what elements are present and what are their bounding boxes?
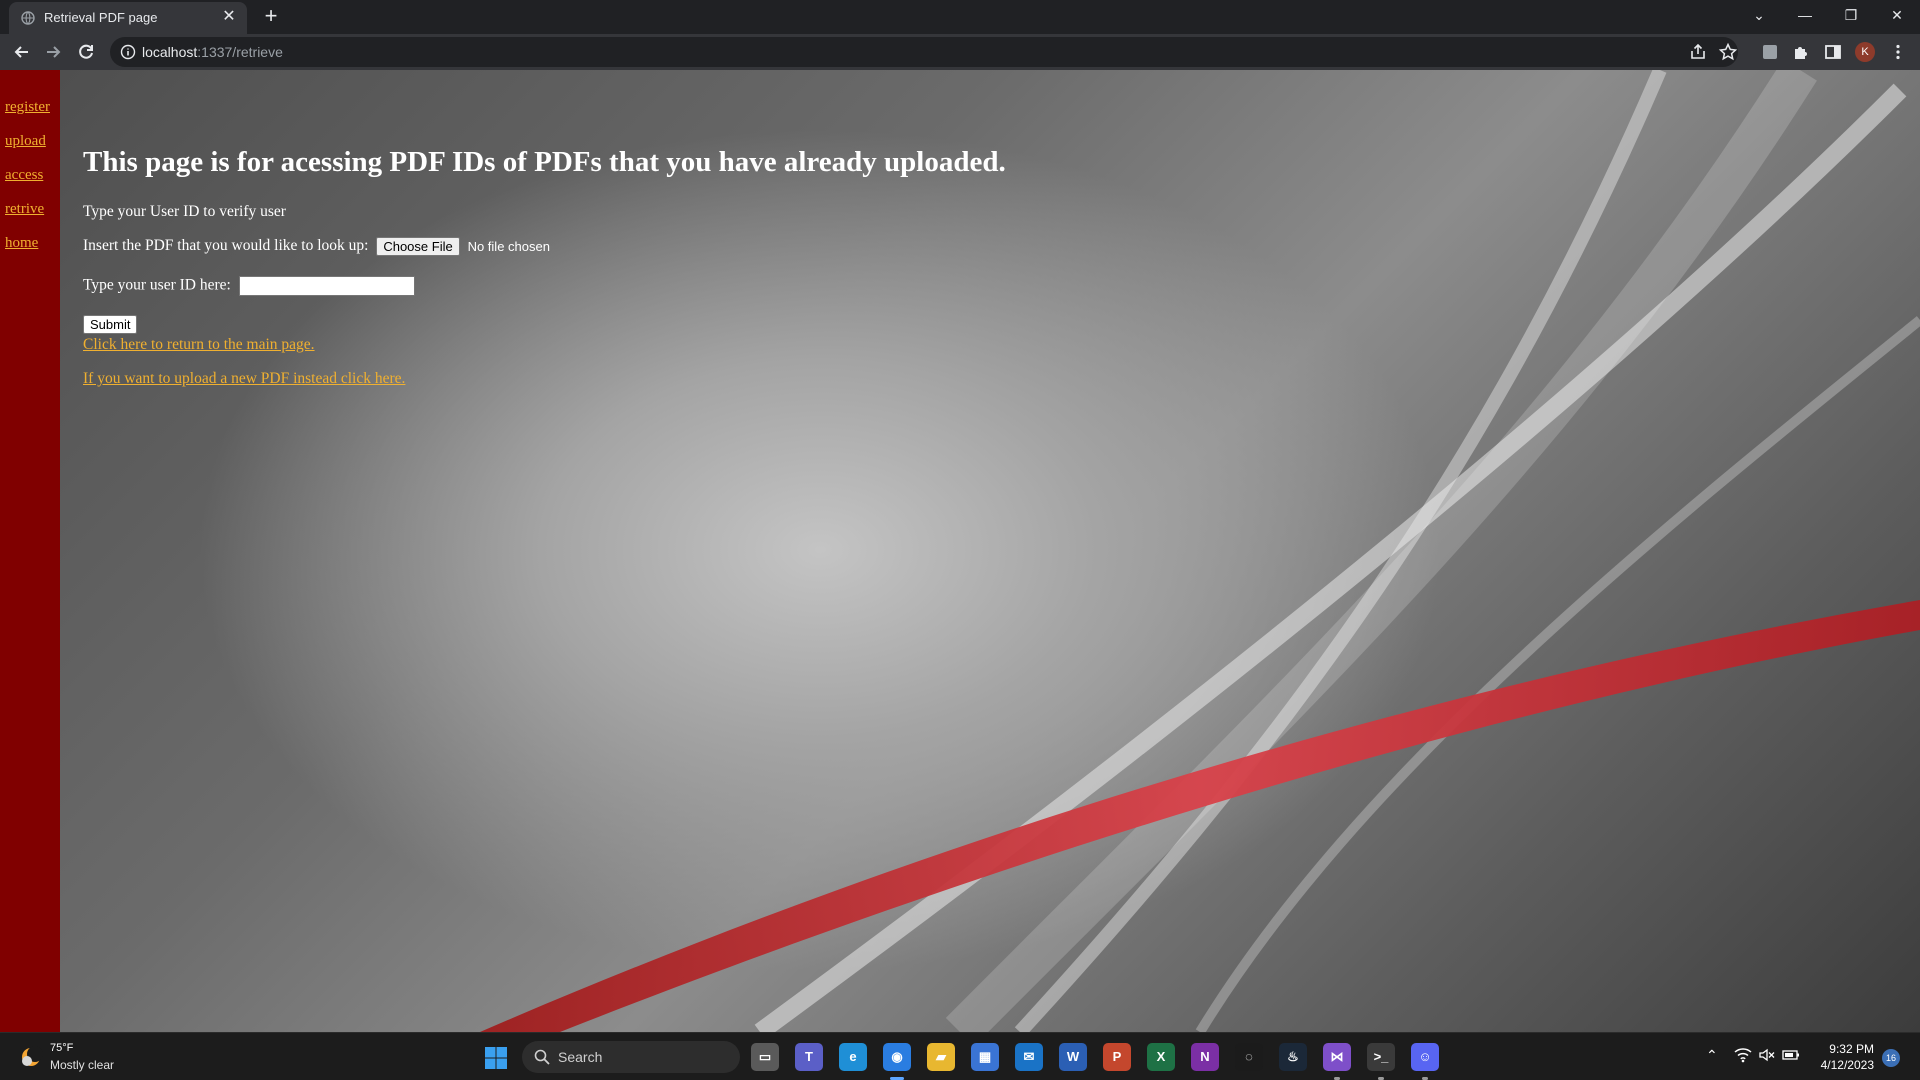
system-clock[interactable]: 9:32 PM 4/12/2023 — [1821, 1041, 1874, 1073]
side-panel-icon[interactable] — [1823, 42, 1843, 62]
extension-square-icon[interactable] — [1760, 42, 1780, 62]
sidebar-link-access[interactable]: access — [5, 167, 43, 184]
url-text: localhost:1337/retrieve — [142, 44, 283, 60]
terminal-icon[interactable]: >_ — [1367, 1043, 1395, 1071]
site-info-icon[interactable] — [120, 44, 136, 60]
battery-icon[interactable] — [1782, 1047, 1800, 1063]
powerpoint-icon[interactable]: P — [1103, 1043, 1131, 1071]
user-id-label: Type your user ID here: — [83, 276, 231, 294]
moon-weather-icon[interactable] — [18, 1044, 44, 1070]
pdf-upload-row: Insert the PDF that you would like to lo… — [83, 237, 550, 256]
tab-search-button[interactable]: ⌄ — [1736, 0, 1782, 30]
onenote-icon[interactable]: N — [1191, 1043, 1219, 1071]
profile-avatar[interactable]: K — [1855, 42, 1875, 62]
new-tab-button[interactable]: + — [258, 4, 284, 30]
sidebar-nav: register upload access retrive home — [0, 70, 60, 1032]
choose-file-button[interactable]: Choose File — [376, 237, 460, 256]
clock-time: 9:32 PM — [1829, 1042, 1874, 1056]
sidebar-link-home[interactable]: home — [5, 235, 38, 252]
browser-toolbar: localhost:1337/retrieve K — [0, 34, 1920, 70]
wifi-icon[interactable] — [1734, 1047, 1752, 1063]
weather-temperature: 75°F — [50, 1042, 74, 1054]
address-bar[interactable]: localhost:1337/retrieve — [110, 37, 1738, 67]
bookmark-star-icon[interactable] — [1718, 42, 1738, 62]
minimize-button[interactable]: — — [1782, 0, 1828, 30]
restore-button[interactable]: ❐ — [1828, 0, 1874, 30]
browser-tab[interactable]: Retrieval PDF page ✕ — [9, 2, 247, 34]
pdf-label: Insert the PDF that you would like to lo… — [83, 237, 369, 255]
user-id-row: Type your user ID here: — [83, 276, 415, 296]
globe-icon — [21, 11, 35, 25]
submit-button[interactable]: Submit — [83, 315, 138, 334]
clock-date: 4/12/2023 — [1820, 1058, 1874, 1072]
search-label: Search — [558, 1049, 603, 1065]
extensions-puzzle-icon[interactable] — [1791, 42, 1811, 62]
search-icon — [534, 1049, 550, 1065]
word-icon[interactable]: W — [1059, 1043, 1087, 1071]
menu-kebab-icon[interactable] — [1888, 42, 1908, 62]
chrome-icon[interactable]: ◉ — [883, 1043, 911, 1071]
forward-arrow-icon[interactable] — [42, 41, 64, 63]
teams-icon[interactable]: T — [795, 1043, 823, 1071]
sidebar-link-retrive[interactable]: retrive — [5, 201, 44, 218]
excel-icon[interactable]: X — [1147, 1043, 1175, 1071]
discord-icon[interactable]: ☺ — [1411, 1043, 1439, 1071]
file-explorer-icon[interactable]: ▰ — [927, 1043, 955, 1071]
url-path: :1337/retrieve — [197, 44, 283, 60]
tab-strip: Retrieval PDF page ✕ + ⌄ — ❐ ✕ — [0, 0, 1920, 34]
share-icon[interactable] — [1688, 42, 1708, 62]
back-arrow-icon[interactable] — [11, 41, 33, 63]
reload-icon[interactable] — [75, 41, 97, 63]
edge-icon[interactable]: e — [839, 1043, 867, 1071]
refresh-app-icon[interactable]: ◌ — [1235, 1043, 1263, 1071]
windows-taskbar: 75°F Mostly clear Search ▭ Te ◉ ▰ ▦ ✉ W P X N ◌ ♨ ⋈ >… — [0, 1032, 1920, 1080]
store-icon[interactable]: ▦ — [971, 1043, 999, 1071]
page-title: This page is for acessing PDF IDs of PDF… — [83, 146, 1006, 178]
sidebar-link-upload[interactable]: upload — [5, 133, 46, 150]
muted-speaker-icon[interactable] — [1758, 1047, 1776, 1063]
page-viewport: register upload access retrive home This… — [0, 70, 1920, 1032]
url-host: localhost — [142, 44, 198, 60]
return-main-link[interactable]: Click here to return to the main page. — [83, 336, 315, 354]
windows-start-icon[interactable] — [484, 1046, 508, 1070]
mail-icon[interactable]: ✉ — [1015, 1043, 1043, 1071]
user-id-input[interactable] — [238, 276, 415, 296]
taskbar-search-box[interactable]: Search — [522, 1041, 740, 1073]
weather-description: Mostly clear — [50, 1058, 115, 1072]
abstract-background — [480, 70, 1920, 1032]
close-tab-icon[interactable]: ✕ — [219, 6, 239, 28]
steam-icon[interactable]: ♨ — [1279, 1043, 1307, 1071]
notification-badge[interactable]: 16 — [1882, 1049, 1900, 1067]
close-window-button[interactable]: ✕ — [1874, 0, 1920, 30]
show-hidden-icons-icon[interactable]: ⌃ — [1706, 1047, 1718, 1064]
upload-new-pdf-link[interactable]: If you want to upload a new PDF instead … — [83, 370, 405, 388]
task-view-icon[interactable]: ▭ — [751, 1043, 779, 1071]
sidebar-link-register[interactable]: register — [5, 99, 50, 116]
verify-instruction: Type your User ID to verify user — [83, 203, 286, 220]
tab-title: Retrieval PDF page — [44, 10, 158, 25]
visual-studio-icon[interactable]: ⋈ — [1323, 1043, 1351, 1071]
file-status: No file chosen — [467, 239, 550, 254]
